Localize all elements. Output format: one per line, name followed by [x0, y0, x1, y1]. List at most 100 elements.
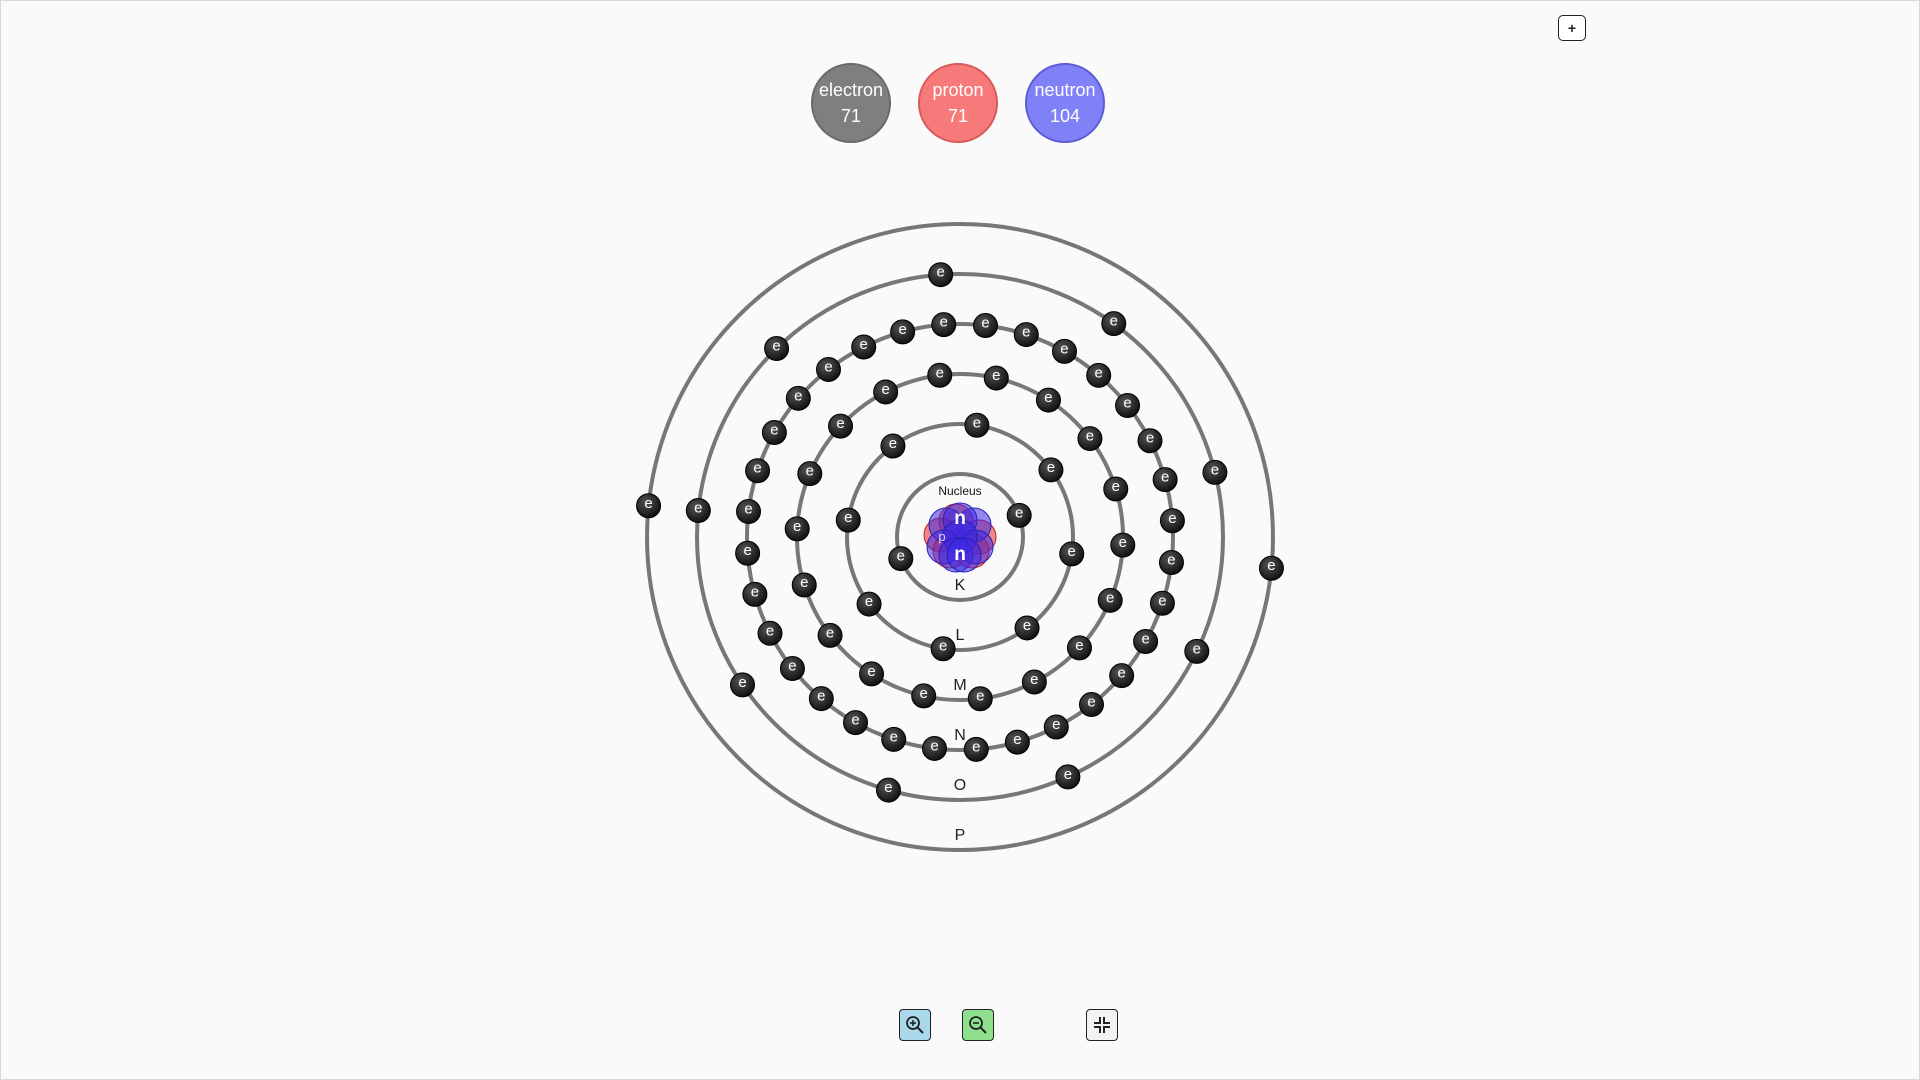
electron: e — [928, 262, 954, 288]
electron: e — [890, 319, 916, 345]
svg-text:e: e — [644, 495, 652, 512]
shell-label-N: N — [954, 727, 966, 744]
collapse-icon — [1094, 1017, 1110, 1033]
electron: e — [1055, 764, 1081, 790]
svg-text:e: e — [753, 460, 761, 477]
svg-text:e: e — [1117, 665, 1125, 682]
zoom-in-icon — [906, 1016, 924, 1034]
svg-text:e: e — [1095, 364, 1103, 381]
shell-label-P: P — [955, 827, 966, 844]
svg-text:e: e — [844, 509, 852, 526]
electron: e — [1079, 692, 1105, 718]
svg-text:e: e — [800, 574, 808, 591]
zoom-out-button[interactable] — [962, 1009, 994, 1041]
electron: e — [1013, 322, 1039, 348]
svg-text:e: e — [860, 336, 868, 353]
svg-text:e: e — [1047, 459, 1055, 476]
electron: e — [1014, 615, 1040, 641]
svg-text:e: e — [1123, 394, 1131, 411]
electron: e — [964, 412, 990, 438]
svg-text:e: e — [930, 737, 938, 754]
svg-text:e: e — [1193, 640, 1201, 657]
svg-text:e: e — [1167, 551, 1175, 568]
svg-text:e: e — [881, 381, 889, 398]
svg-text:e: e — [1013, 731, 1021, 748]
svg-text:e: e — [898, 321, 906, 338]
electron: e — [1103, 476, 1129, 502]
svg-text:e: e — [794, 387, 802, 404]
svg-text:e: e — [806, 463, 814, 480]
electron: e — [1059, 541, 1085, 567]
nucleus: Nucleus nnp — [923, 484, 997, 573]
electron: e — [764, 336, 790, 362]
bohr-model-diagram[interactable]: Nucleus nnp K L M N O P e e e e e e e e e e e e e e e e e e e e e e… — [1, 1, 1919, 1079]
electron: e — [1133, 628, 1159, 654]
electron: e — [1202, 459, 1228, 485]
electron: e — [1137, 428, 1163, 454]
svg-text:e: e — [1022, 324, 1030, 341]
electron: e — [1258, 555, 1284, 581]
svg-text:e: e — [1052, 716, 1060, 733]
svg-text:e: e — [1030, 671, 1038, 688]
proton-symbol: p — [938, 529, 945, 544]
electron: e — [761, 420, 787, 446]
svg-text:e: e — [939, 638, 947, 655]
neutron-symbol: n — [954, 544, 966, 565]
svg-text:e: e — [936, 264, 944, 281]
electron: e — [730, 672, 756, 698]
svg-text:e: e — [793, 518, 801, 535]
svg-text:e: e — [1168, 510, 1176, 527]
svg-text:e: e — [890, 728, 898, 745]
electron: e — [1004, 729, 1030, 755]
electron: e — [742, 581, 768, 607]
electron: e — [815, 356, 841, 382]
svg-text:e: e — [1060, 340, 1068, 357]
electron: e — [1021, 669, 1047, 695]
electron: e — [1149, 590, 1175, 616]
electron: e — [835, 507, 861, 533]
svg-text:e: e — [1075, 637, 1083, 654]
shell-label-L: L — [956, 627, 965, 644]
electron: e — [808, 686, 834, 712]
svg-text:e: e — [884, 779, 892, 796]
electron: e — [1043, 714, 1069, 740]
svg-text:e: e — [1146, 430, 1154, 447]
svg-text:e: e — [738, 674, 746, 691]
zoom-in-button[interactable] — [899, 1009, 931, 1041]
svg-text:e: e — [1141, 630, 1149, 647]
shell-label-O: O — [954, 777, 966, 794]
electron: e — [873, 379, 899, 405]
electron: e — [931, 312, 957, 338]
svg-text:e: e — [817, 688, 825, 705]
svg-text:e: e — [1068, 543, 1076, 560]
svg-text:e: e — [836, 415, 844, 432]
svg-text:e: e — [992, 367, 1000, 384]
electron: e — [930, 636, 956, 662]
electron: e — [745, 458, 771, 484]
svg-text:e: e — [972, 738, 980, 755]
collapse-button[interactable] — [1086, 1009, 1118, 1041]
electron: e — [1115, 392, 1141, 418]
electron: e — [983, 365, 1009, 391]
electron: e — [1152, 467, 1178, 493]
svg-text:e: e — [1015, 504, 1023, 521]
svg-text:e: e — [772, 338, 780, 355]
svg-text:e: e — [1112, 478, 1120, 495]
nucleus-label: Nucleus — [938, 484, 981, 498]
svg-text:e: e — [694, 499, 702, 516]
electron: e — [1006, 502, 1032, 528]
svg-text:e: e — [920, 685, 928, 702]
svg-text:e: e — [1064, 766, 1072, 783]
svg-text:e: e — [1211, 461, 1219, 478]
svg-text:e: e — [1086, 428, 1094, 445]
neutron-symbol: n — [954, 508, 966, 529]
svg-text:e: e — [936, 364, 944, 381]
electron: e — [685, 497, 711, 523]
svg-text:e: e — [788, 658, 796, 675]
electron: e — [1086, 362, 1112, 388]
electron: e — [791, 572, 817, 598]
electron: e — [785, 385, 811, 411]
electron: e — [963, 736, 989, 762]
electron: e — [784, 516, 810, 542]
electron: e — [736, 499, 762, 525]
